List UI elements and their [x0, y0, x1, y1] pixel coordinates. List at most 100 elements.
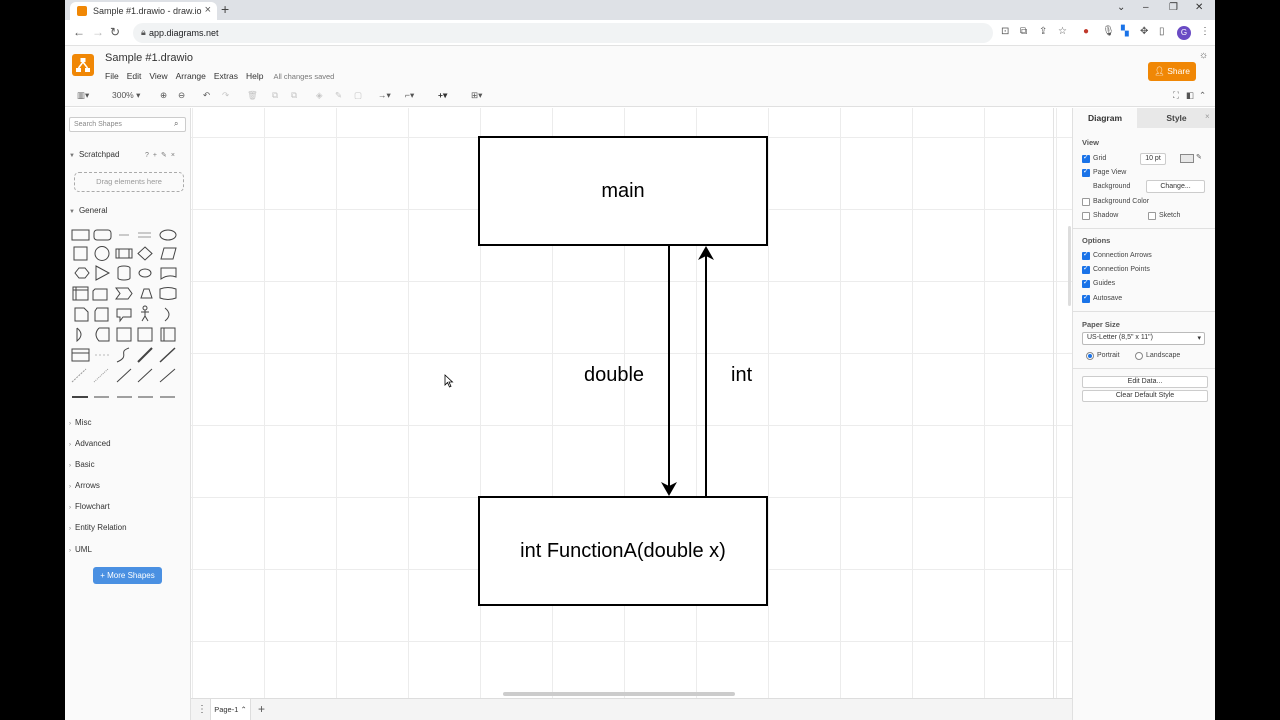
rectangle-shape[interactable]	[71, 229, 90, 241]
portrait-radio[interactable]	[1086, 352, 1094, 360]
connector-shape[interactable]	[159, 368, 176, 383]
up-arrow-label[interactable]: int	[731, 364, 752, 387]
page-tab-caret-icon[interactable]: ⌃	[240, 705, 246, 714]
minimize-icon[interactable]: –	[1143, 2, 1149, 13]
library-entity-relation[interactable]: › Entity Relation	[69, 523, 127, 532]
guides-checkbox[interactable]	[1082, 278, 1090, 288]
fill-color-icon[interactable]: ◈	[316, 90, 323, 101]
new-tab-icon[interactable]: +	[221, 1, 229, 17]
cylinder-shape[interactable]	[117, 265, 131, 281]
install-app-icon[interactable]: ⊡	[1001, 26, 1009, 37]
open-in-icon[interactable]: ⧉	[1020, 26, 1027, 37]
curve-shape[interactable]	[116, 347, 130, 363]
add-page-icon[interactable]: +	[258, 702, 265, 716]
parallelogram-shape[interactable]	[160, 247, 177, 260]
square-shape[interactable]	[73, 246, 88, 261]
line-color-icon[interactable]: ✎	[335, 90, 342, 101]
change-background-button[interactable]: Change...	[1146, 180, 1205, 193]
down-arrow-label[interactable]: double	[584, 364, 644, 387]
close-panel-icon[interactable]: ×	[1205, 112, 1210, 121]
actor-shape[interactable]	[142, 305, 148, 311]
menu-file[interactable]: File	[105, 71, 119, 81]
dotted-line-shape[interactable]	[93, 368, 109, 383]
horizontal-scrollbar[interactable]	[503, 692, 735, 696]
circle-shape[interactable]	[94, 246, 110, 261]
zoom-out-icon[interactable]: ⊖	[178, 90, 185, 101]
line-shape[interactable]	[116, 368, 132, 383]
note-shape[interactable]	[74, 307, 89, 322]
library-flowchart[interactable]: › Flowchart	[69, 502, 110, 511]
edit-data-button[interactable]: Edit Data...	[1082, 376, 1208, 388]
connection-arrows-checkbox[interactable]	[1082, 250, 1090, 260]
library-arrows[interactable]: › Arrows	[69, 481, 100, 490]
menu-view[interactable]: View	[149, 71, 167, 81]
connection-style-icon[interactable]: →▾	[378, 90, 391, 101]
link-shape[interactable]	[137, 368, 153, 383]
menu-help[interactable]: Help	[246, 71, 263, 81]
rounded-rectangle-shape[interactable]	[93, 229, 112, 241]
browser-menu-icon[interactable]: ⋮	[1200, 26, 1210, 37]
grid-color-swatch[interactable]	[1180, 154, 1194, 163]
more-shapes-button[interactable]: + More Shapes	[93, 567, 162, 584]
microphone-icon[interactable]: 🎙︎	[1102, 26, 1115, 37]
eyedropper-icon[interactable]: ✎	[1196, 153, 1202, 161]
page-tab[interactable]: Page-1 ⌃	[210, 699, 251, 720]
frame-shape[interactable]	[160, 327, 176, 342]
general-shapes-palette[interactable]	[71, 226, 185, 406]
shadow-checkbox[interactable]	[1082, 212, 1090, 220]
side-panel-icon[interactable]: ▯	[1159, 26, 1165, 37]
display-shape[interactable]	[95, 327, 110, 342]
profile-avatar[interactable]: G	[1177, 26, 1191, 40]
clear-default-style-button[interactable]: Clear Default Style	[1082, 390, 1208, 402]
tab-style[interactable]: Style	[1137, 108, 1215, 128]
format-panel-icon[interactable]: ◧	[1186, 90, 1194, 101]
or-shape[interactable]	[164, 307, 170, 322]
autosave-checkbox[interactable]	[1082, 293, 1090, 303]
step-shape[interactable]	[115, 287, 133, 300]
cloud-shape[interactable]	[138, 268, 152, 278]
tape-shape[interactable]	[159, 287, 177, 300]
tab-diagram[interactable]: Diagram	[1073, 108, 1137, 128]
insert-icon[interactable]: +▾	[438, 90, 447, 101]
extension-red-icon[interactable]: ●	[1083, 26, 1089, 37]
tab-search-icon[interactable]: ⌄	[1117, 2, 1125, 13]
trapezoid-shape[interactable]	[140, 288, 153, 299]
scratchpad-dropzone[interactable]: Drag elements here	[74, 172, 184, 192]
collapse-icon[interactable]: ⌃	[1199, 90, 1206, 101]
connection-points-checkbox[interactable]	[1082, 264, 1090, 274]
scratchpad-header[interactable]: ▼ Scratchpad	[69, 150, 119, 159]
card-shape[interactable]	[94, 307, 109, 322]
bidirectional-arrow-shape[interactable]	[137, 347, 153, 363]
table-icon[interactable]: ⊞▾	[471, 90, 482, 101]
extension-blue-icon[interactable]: ▚	[1121, 26, 1129, 37]
theme-sun-icon[interactable]: ☼	[1199, 50, 1208, 61]
pages-menu-icon[interactable]: ⋮	[197, 704, 207, 715]
hexagon-shape[interactable]	[74, 267, 90, 279]
format-panel-toggle-icon[interactable]: ▥▾	[77, 90, 89, 101]
process-shape[interactable]	[115, 248, 133, 259]
shadow-icon[interactable]: ▢	[354, 90, 362, 101]
ellipse-shape[interactable]	[159, 229, 177, 241]
extensions-puzzle-icon[interactable]: ✥	[1140, 26, 1148, 37]
diagram-canvas[interactable]: main int FunctionA(double x) double int	[191, 108, 1072, 698]
swimlane-shape[interactable]	[137, 327, 153, 342]
general-header[interactable]: ▼ General	[69, 206, 107, 215]
grid-checkbox[interactable]	[1082, 153, 1090, 163]
arrow-shape[interactable]	[159, 347, 176, 363]
zoom-in-icon[interactable]: ⊕	[160, 90, 167, 101]
share-page-icon[interactable]: ⇪	[1039, 26, 1047, 37]
bookmark-star-icon[interactable]: ☆	[1058, 26, 1067, 37]
menu-edit[interactable]: Edit	[127, 71, 142, 81]
browser-tab[interactable]: Sample #1.drawio - draw.io ×	[70, 2, 217, 20]
cube-shape[interactable]	[92, 288, 108, 301]
document-shape[interactable]	[160, 267, 177, 280]
to-back-icon[interactable]: ⧉	[291, 90, 297, 101]
vertical-scrollbar[interactable]	[1068, 226, 1071, 306]
zoom-select[interactable]: 300% ▾	[112, 90, 140, 101]
redo-icon[interactable]: ↷	[222, 90, 229, 101]
landscape-radio[interactable]	[1135, 352, 1143, 360]
back-icon[interactable]: ←	[73, 25, 85, 39]
page-view-checkbox[interactable]	[1082, 167, 1090, 177]
grid-size-input[interactable]: 10 pt	[1140, 153, 1166, 165]
share-button[interactable]: 👤︎ Share	[1148, 62, 1196, 81]
